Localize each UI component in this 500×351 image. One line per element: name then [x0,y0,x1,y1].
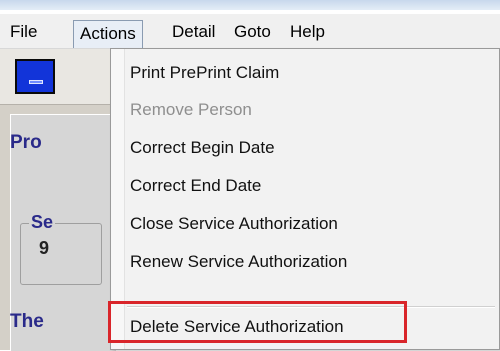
service-group-label: Se [29,212,56,233]
menu-item-renew-service-authorization[interactable]: Renew Service Authorization [130,252,347,272]
menu-item-close-service-authorization[interactable]: Close Service Authorization [130,214,338,234]
toolbar-button-icon [29,80,43,84]
service-group-value: 9 [39,238,50,258]
menu-goto[interactable]: Goto [228,21,277,43]
menubar: File Actions Detail Goto Help [0,14,500,49]
section-label-pro: Pro [10,132,42,153]
app-toolbar [0,49,115,105]
menu-detail[interactable]: Detail [166,21,221,43]
window-title-strip [0,0,500,10]
menu-help[interactable]: Help [284,21,331,43]
menu-actions[interactable]: Actions [73,20,143,48]
main-content-area: Pro Se 9 The [0,49,116,351]
section-label-the: The [10,311,44,332]
app-window: File Actions Detail Goto Help Pro Se 9 T… [0,0,500,351]
menu-file[interactable]: File [4,21,43,43]
service-group-box: Se 9 [20,212,102,285]
highlight-annotation-box [108,301,407,343]
menu-item-correct-begin-date[interactable]: Correct Begin Date [130,138,275,158]
toolbar-button[interactable] [15,59,55,94]
menu-item-remove-person: Remove Person [130,100,252,119]
menu-item-print-preprint-claim[interactable]: Print PrePrint Claim [130,63,279,83]
menu-item-correct-end-date[interactable]: Correct End Date [130,176,261,196]
